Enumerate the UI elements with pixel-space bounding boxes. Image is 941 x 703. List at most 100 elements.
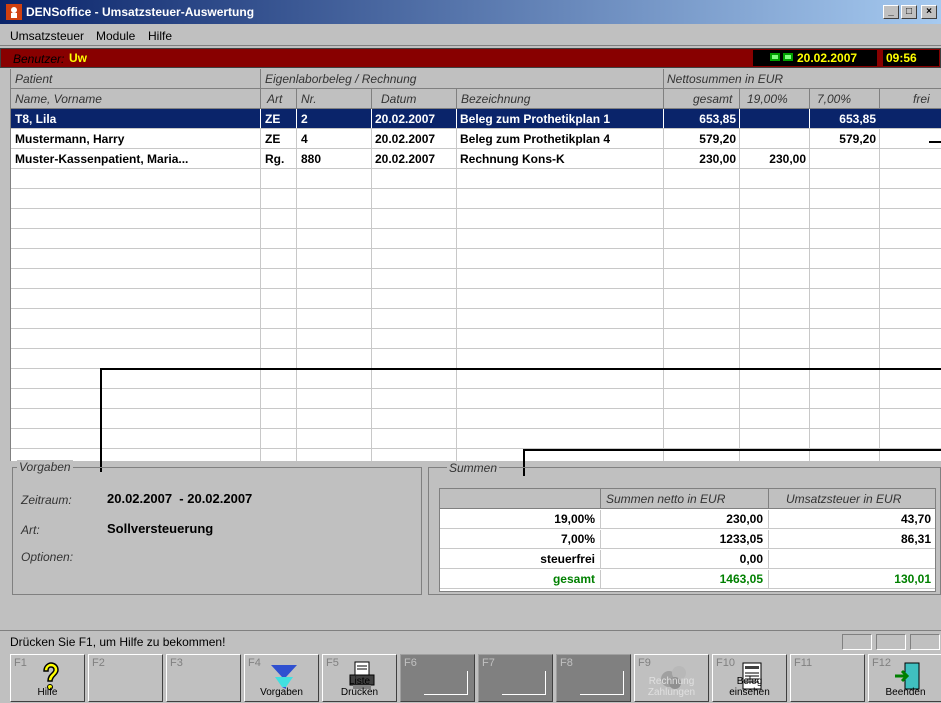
fkey-number: F3: [170, 657, 183, 669]
summen-row: steuerfrei 0,00: [440, 550, 935, 569]
table-row[interactable]: Muster-Kassenpatient, Maria... Rg. 880 20.0…: [11, 149, 941, 169]
table-row-empty[interactable]: [11, 309, 941, 329]
col-19[interactable]: 19,00%: [747, 92, 788, 106]
fkey-number: F4: [248, 657, 261, 669]
col-frei[interactable]: frei: [913, 92, 930, 106]
cell-nr: 880: [301, 152, 322, 166]
fkey-number: F9: [638, 657, 651, 669]
fkey-f1[interactable]: F1 Hilfe: [10, 654, 85, 702]
fkey-f11[interactable]: F11: [790, 654, 865, 702]
summen-netto: 1233,05: [719, 532, 763, 546]
status-bar: Drücken Sie F1, um Hilfe zu bekommen!: [0, 630, 941, 652]
col-7[interactable]: 7,00%: [817, 92, 851, 106]
table-row-empty[interactable]: [11, 209, 941, 229]
fkey-number: F7: [482, 657, 495, 669]
minimize-button[interactable]: _: [883, 5, 899, 19]
fkey-f9[interactable]: F9 Rechnung Zahlungen: [634, 654, 709, 702]
maximize-button[interactable]: □: [901, 5, 917, 19]
fkey-f4[interactable]: F4 Vorgaben: [244, 654, 319, 702]
table-row-empty[interactable]: [11, 189, 941, 209]
table-row-empty[interactable]: [11, 169, 941, 189]
table-row[interactable]: T8, Lila ZE 2 20.02.2007 Beleg zum Prothetik…: [11, 109, 941, 129]
fkey-f2[interactable]: F2: [88, 654, 163, 702]
col-datum[interactable]: Datum: [381, 92, 416, 106]
cell-datum: 20.02.2007: [375, 132, 436, 146]
fkey-number: F10: [716, 657, 735, 669]
grid-body: T8, Lila ZE 2 20.02.2007 Beleg zum Prothetik…: [11, 109, 941, 461]
fkey-label: Beenden: [885, 687, 926, 698]
menu-hilfe[interactable]: Hilfe: [148, 29, 172, 43]
user-value: Uw: [69, 51, 87, 65]
fkey-empty-frame: [580, 671, 624, 695]
col-name[interactable]: Name, Vorname: [15, 92, 102, 106]
cell-art: ZE: [265, 112, 281, 126]
status-indicator: [842, 634, 872, 650]
row-marker: [929, 141, 941, 143]
title-bar: DENSoffice - Umsatzsteuer-Auswertung _ □…: [0, 0, 941, 24]
cell-gesamt: 230,00: [699, 152, 736, 166]
summen-ust: 86,31: [900, 532, 931, 546]
current-time: 09:56: [883, 50, 939, 66]
callout-line: [100, 368, 102, 472]
fkey-empty-frame: [502, 671, 546, 695]
table-row-empty[interactable]: [11, 269, 941, 289]
summen-row: gesamt 1463,05 130,01: [440, 570, 935, 589]
table-row-empty[interactable]: [11, 249, 941, 269]
fkey-number: F1: [14, 657, 27, 669]
fkey-number: F8: [560, 657, 573, 669]
optionen-label: Optionen:: [21, 550, 74, 564]
cell-bez: Beleg zum Prothetikplan 4: [460, 132, 611, 146]
col-bezeichnung[interactable]: Bezeichnung: [461, 92, 530, 106]
col-art[interactable]: Art: [267, 92, 282, 106]
summen-label: 7,00%: [560, 532, 595, 546]
cell-nr: 2: [301, 112, 308, 126]
status-indicator: [910, 634, 940, 650]
summen-label: gesamt: [552, 572, 595, 586]
cell-datum: 20.02.2007: [375, 152, 436, 166]
grid-column-header: Name, Vorname Art Nr. Datum Bezeichnung …: [11, 89, 941, 109]
densoffice-logo-icon: [6, 4, 22, 20]
table-row-empty[interactable]: [11, 349, 941, 369]
table-row-empty[interactable]: [11, 229, 941, 249]
group-header-netto: Nettosummen in EUR: [667, 72, 784, 86]
summen-col-ust: Umsatzsteuer in EUR: [786, 492, 902, 506]
zeitraum-label: Zeitraum:: [21, 493, 72, 507]
fkey-f6[interactable]: F6: [400, 654, 475, 702]
col-gesamt[interactable]: gesamt: [693, 92, 732, 106]
fkey-f7[interactable]: F7: [478, 654, 553, 702]
art-label: Art:: [21, 523, 40, 537]
fkey-number: F12: [872, 657, 891, 669]
table-row[interactable]: Mustermann, Harry ZE 4 20.02.2007 Beleg zum …: [11, 129, 941, 149]
close-button[interactable]: ×: [921, 5, 937, 19]
summen-ust: 43,70: [900, 512, 931, 526]
table-row-empty[interactable]: [11, 329, 941, 349]
table-row-empty[interactable]: [11, 429, 941, 449]
results-grid: Patient Eigenlaborbeleg / Rechnung Netto…: [10, 69, 941, 461]
menu-umsatzsteuer[interactable]: Umsatzsteuer: [10, 29, 84, 43]
fkey-label: Hilfe: [37, 687, 58, 698]
status-text: Drücken Sie F1, um Hilfe zu bekommen!: [10, 635, 226, 649]
cell-name: T8, Lila: [15, 112, 57, 126]
fkey-f3[interactable]: F3: [166, 654, 241, 702]
table-row-empty[interactable]: [11, 289, 941, 309]
fkey-f12[interactable]: F12 Beenden: [868, 654, 941, 702]
menu-module[interactable]: Module: [96, 29, 135, 43]
table-row-empty[interactable]: [11, 389, 941, 409]
cell-bez: Rechnung Kons-K: [460, 152, 565, 166]
fkey-f10[interactable]: F10 Beleg einsehen: [712, 654, 787, 702]
cell-name: Mustermann, Harry: [15, 132, 125, 146]
fkey-number: F2: [92, 657, 105, 669]
app-window: DENSoffice - Umsatzsteuer-Auswertung _ □…: [0, 0, 941, 703]
fkey-f5[interactable]: F5 Liste Drucken: [322, 654, 397, 702]
summen-ust: 130,01: [894, 572, 931, 586]
summen-netto: 0,00: [739, 552, 763, 566]
summen-label: steuerfrei: [540, 552, 595, 566]
summen-panel: Summen Summen netto in EUR Umsatzsteuer …: [428, 461, 941, 595]
col-nr[interactable]: Nr.: [301, 92, 317, 106]
group-header-beleg: Eigenlaborbeleg / Rechnung: [265, 72, 417, 86]
fkey-f8[interactable]: F8: [556, 654, 631, 702]
fkey-number: F11: [794, 657, 813, 669]
table-row-empty[interactable]: [11, 409, 941, 429]
user-label: Benutzer:: [13, 52, 65, 66]
table-row-empty[interactable]: [11, 369, 941, 389]
